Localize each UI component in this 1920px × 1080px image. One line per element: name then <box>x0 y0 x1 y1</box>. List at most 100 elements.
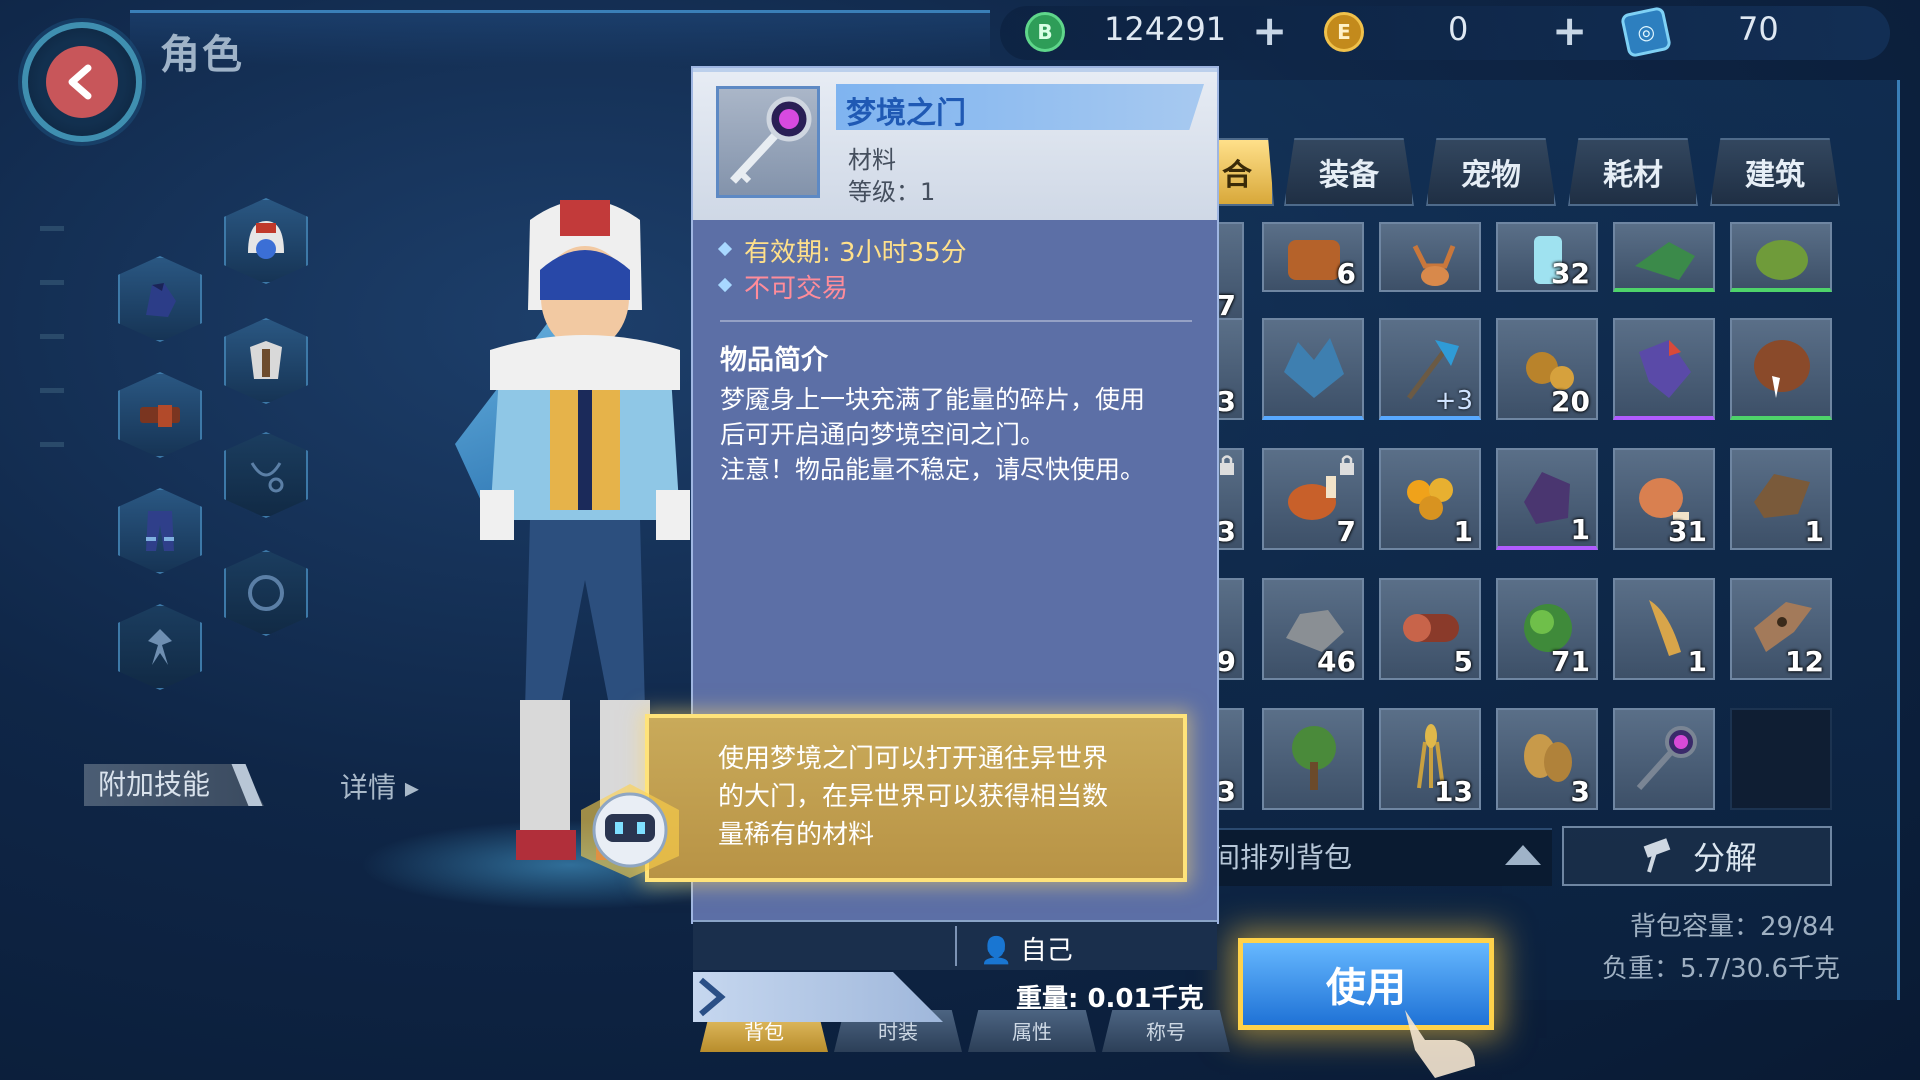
add-b-coin-button[interactable]: + <box>1252 6 1287 55</box>
inventory-cell[interactable]: 20 <box>1496 318 1598 420</box>
ring-icon <box>248 575 284 611</box>
decompose-button[interactable]: 分解 <box>1562 826 1832 886</box>
inventory-cell[interactable] <box>1262 318 1364 420</box>
inventory-cell[interactable]: 71 <box>1496 578 1598 680</box>
bottom-tab-label: 时装 <box>878 1020 918 1044</box>
tab-equipment[interactable]: 装备 <box>1284 138 1414 206</box>
use-label: 使用 <box>1326 965 1406 1011</box>
inventory-cell[interactable]: 1 <box>1730 448 1832 550</box>
equip-slot-pants[interactable] <box>118 488 202 574</box>
e-coin-icon: E <box>1324 12 1364 52</box>
bottom-tab-label: 称号 <box>1146 1020 1186 1044</box>
inventory-cell[interactable]: 3 <box>1496 708 1598 810</box>
inventory-cell[interactable] <box>1379 222 1481 292</box>
b-coin-icon: B <box>1025 12 1065 52</box>
equip-slot-ring[interactable] <box>224 550 308 636</box>
equip-slot-head[interactable] <box>224 198 308 284</box>
tab-label: 合 <box>1222 158 1252 193</box>
inventory-cell[interactable]: 13 <box>1379 708 1481 810</box>
item-quantity: 1 <box>1687 645 1707 678</box>
inventory-cell[interactable]: 1 <box>1496 448 1598 550</box>
inventory-cell[interactable]: +3 <box>1379 318 1481 420</box>
equip-slot-belt[interactable] <box>118 372 202 458</box>
sort-up-arrow-icon[interactable] <box>1505 845 1541 865</box>
saber-tooth-icon <box>1754 340 1810 398</box>
inventory-cell[interactable]: 1 <box>1613 578 1715 680</box>
item-quantity: 32 <box>1551 257 1590 290</box>
pants-icon <box>146 511 174 551</box>
inventory-cell[interactable]: 46 <box>1262 578 1364 680</box>
equip-slot-gloves[interactable] <box>118 256 202 342</box>
back-button[interactable] <box>22 22 142 142</box>
inventory-cell[interactable]: 1 <box>1379 448 1481 550</box>
inventory-cell[interactable]: 31 <box>1613 448 1715 550</box>
item-quantity: 46 <box>1317 645 1356 678</box>
inventory-cell[interactable] <box>1613 222 1715 292</box>
chevron-right-icon <box>699 977 726 1017</box>
add-e-coin-button[interactable]: + <box>1552 6 1587 55</box>
details-label: 详情 <box>340 771 397 804</box>
tab-pets[interactable]: 宠物 <box>1426 138 1556 206</box>
item-thumbnail <box>716 86 820 198</box>
bottom-tab-label: 属性 <box>1012 1020 1052 1044</box>
item-quantity: 3 <box>1216 515 1236 548</box>
inventory-cell-empty[interactable] <box>1730 708 1832 810</box>
tab-consumables[interactable]: 耗材 <box>1568 138 1698 206</box>
inventory-cell[interactable] <box>1613 708 1715 810</box>
tab-label: 建筑 <box>1745 158 1805 193</box>
tab-buildings[interactable]: 建筑 <box>1710 138 1840 206</box>
description-line: 梦魇身上一块充满了能量的碎片，使用 <box>720 385 1146 414</box>
inventory-cell[interactable] <box>1730 318 1832 420</box>
hat-icon <box>248 221 284 259</box>
carry-weight: 负重：5.7/30.6千克 <box>1602 954 1840 984</box>
item-type: 材料 <box>848 146 896 174</box>
top-frame <box>130 10 990 66</box>
robot-guide-icon <box>581 784 679 878</box>
owner-label: 自己 <box>1020 936 1073 966</box>
pterosaur-icon <box>1639 340 1691 398</box>
dream-key-icon <box>1636 726 1697 791</box>
equip-slot-body[interactable] <box>224 318 308 404</box>
deer-icon <box>1412 244 1456 286</box>
item-description: 梦魇身上一块充满了能量的碎片，使用 后可开启通向梦境空间之门。 注意！物品能量不… <box>720 382 1204 487</box>
inventory-cell[interactable] <box>1262 708 1364 810</box>
item-quantity: 1 <box>1453 515 1473 548</box>
inventory-cell[interactable]: 12 <box>1730 578 1832 680</box>
item-quantity: 1 <box>1804 515 1824 548</box>
inventory-cell[interactable] <box>1730 222 1832 292</box>
item-quantity: 6 <box>1336 257 1356 290</box>
tab-titles[interactable]: 称号 <box>1102 1010 1230 1052</box>
item-quantity: 7 <box>1336 515 1356 548</box>
hint-line: 量稀有的材料 <box>718 820 875 850</box>
description-line: 后可开启通向梦境空间之门。 <box>720 420 1046 449</box>
sort-backpack-bar[interactable]: 间排列背包 <box>1212 828 1552 886</box>
gem-value: 70 <box>1738 10 1779 48</box>
item-owner: 👤 自己 <box>980 930 1073 967</box>
hint-line: 的大门，在异世界可以获得相当数 <box>718 782 1109 812</box>
page-title: 角色 <box>160 32 244 78</box>
skill-details-link[interactable]: 详情 ▸ <box>340 766 419 806</box>
beast-head-icon <box>1756 240 1808 280</box>
inventory-cell[interactable]: 6 <box>1262 222 1364 292</box>
b-coin-value: 124291 <box>1104 10 1227 48</box>
side-tick <box>40 388 64 393</box>
decompose-label: 分解 <box>1692 839 1757 877</box>
equip-slot-wings[interactable] <box>118 604 202 690</box>
tab-attributes[interactable]: 属性 <box>968 1010 1096 1052</box>
item-quantity: 13 <box>1434 775 1473 808</box>
inventory-cell[interactable]: 32 <box>1496 222 1598 292</box>
inventory-cell[interactable]: 5 <box>1379 578 1481 680</box>
inventory-cell[interactable] <box>1613 318 1715 420</box>
card-footer-arrow <box>693 972 943 1022</box>
item-quantity: 3 <box>1216 775 1236 808</box>
item-quantity: 12 <box>1785 645 1824 678</box>
inventory-cell[interactable]: 7 <box>1262 448 1364 550</box>
item-weight: 重量: 0.01千克 <box>1016 984 1204 1014</box>
person-icon: 👤 <box>980 936 1013 966</box>
hammer-icon <box>1643 838 1671 873</box>
lock-icon <box>1220 455 1234 475</box>
item-validity: 有效期: 3小时35分 <box>744 238 967 268</box>
side-tick <box>40 280 64 285</box>
equip-slot-accessory[interactable] <box>224 432 308 518</box>
item-enhance-level: +3 <box>1434 386 1473 416</box>
